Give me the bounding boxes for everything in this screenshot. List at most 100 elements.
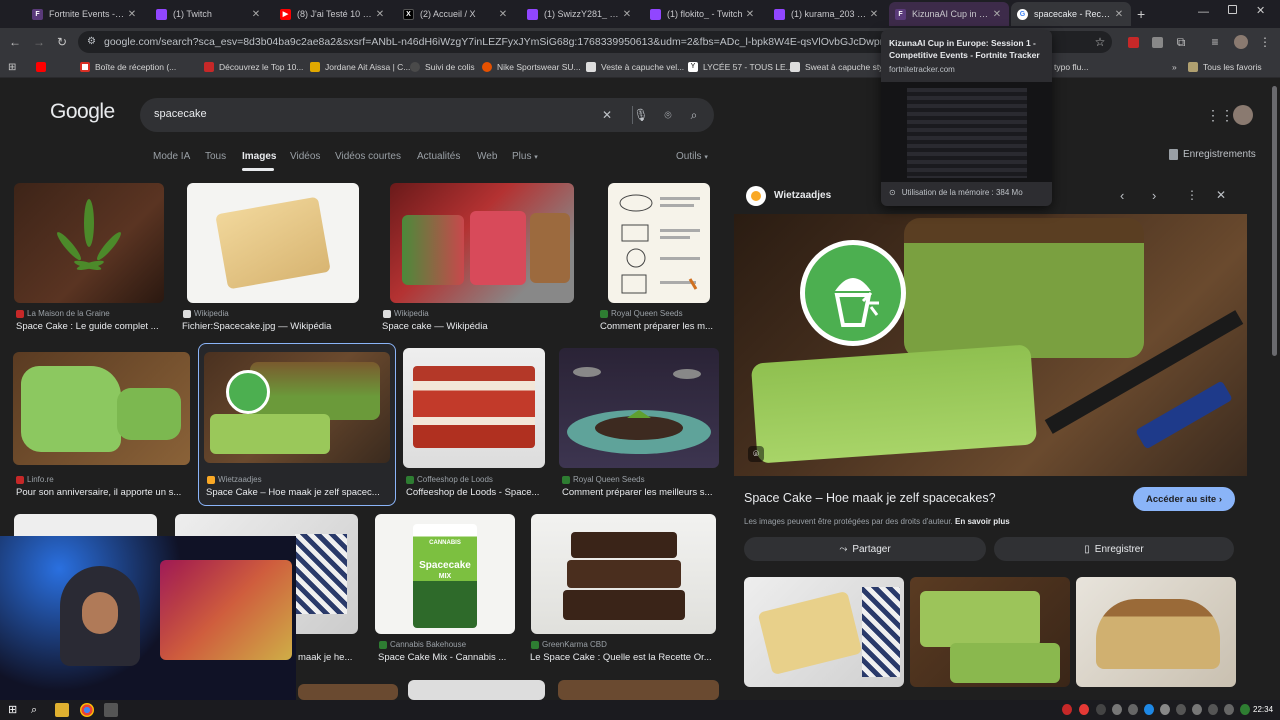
tray-app-icon[interactable] [1128,704,1138,715]
bookmark-lycee[interactable]: Y LYCÉE 57 - TOUS LE... [688,60,793,74]
close-window-button[interactable]: ✕ [1256,4,1265,17]
result-caption[interactable]: Fichier:Spacecake.jpg — Wikipédia [182,321,362,332]
maximize-button[interactable] [1228,5,1237,14]
result-image-15[interactable] [558,680,719,700]
back-arrow-icon[interactable]: ← [6,33,24,51]
tray-app-icon[interactable] [1224,704,1234,715]
chrome-icon[interactable] [80,703,94,717]
result-image-14[interactable] [408,680,545,700]
nav-images[interactable]: Images [242,151,276,162]
result-image-1[interactable] [14,183,164,303]
related-image-1[interactable] [744,577,904,687]
nav-tous[interactable]: Tous [205,151,226,162]
close-icon[interactable]: ✕ [374,9,386,20]
new-tab-button[interactable]: + [1137,6,1145,22]
nav-videos-courtes[interactable]: Vidéos courtes [335,151,401,162]
tab-fortnite-events[interactable]: F Fortnite Events - Euro ✕ [26,2,144,26]
next-arrow-icon[interactable]: › [1152,188,1156,203]
result-caption[interactable]: maak je he... [298,652,358,663]
result-image-4[interactable] [608,183,710,303]
search-box[interactable]: spacecake ✕ 🎙 ⌾ ⌕ [140,98,714,132]
google-apps-icon[interactable]: ⋮⋮ [1206,107,1234,124]
nav-outils[interactable]: Outils ▾ [676,151,708,162]
result-caption[interactable]: Coffeeshop de Loods - Space... [406,487,546,498]
tab-kizunaai[interactable]: F KizunaAI Cup in Euro ✕ [889,2,1009,26]
site-info-icon[interactable]: ⚙ [87,36,96,47]
nav-mode-ia[interactable]: Mode IA [153,151,190,162]
tab-twitch[interactable]: (1) Twitch ✕ [150,2,268,26]
more-bookmarks-icon[interactable]: » [1172,60,1177,74]
result-image-7[interactable] [403,348,545,468]
bookmark-gmail[interactable]: Boîte de réception (... [80,60,176,74]
bookmark-star-icon[interactable]: ☆ [1091,33,1109,51]
search-input[interactable]: spacecake [154,108,207,120]
file-explorer-icon[interactable] [55,703,69,717]
panel-site-name[interactable]: Wietzaadjes [774,190,831,201]
tray-app-icon[interactable] [1079,704,1089,715]
search-icon[interactable]: ⌕ [686,107,702,123]
close-icon[interactable]: ✕ [621,9,633,20]
result-image-5[interactable] [13,352,190,465]
lens-icon[interactable]: ⌾ [660,107,676,123]
bookmark-typo[interactable]: typo flu... [1054,60,1089,74]
close-panel-icon[interactable]: ✕ [1216,188,1226,202]
previous-arrow-icon[interactable]: ‹ [1120,188,1124,203]
bookmark-nike[interactable]: Nike Sportswear SU... [482,60,581,74]
nav-actualites[interactable]: Actualités [417,151,460,162]
tab-twitch-kurama[interactable]: (1) kurama_203 - Twit ✕ [768,2,886,26]
close-icon[interactable]: ✕ [250,9,262,20]
bookmark-sweat[interactable]: Sweat à capuche sty... [790,60,890,74]
tray-app-icon[interactable] [1112,704,1122,715]
result-image-2[interactable] [187,183,359,303]
result-image-3[interactable] [390,183,574,303]
tab-twitch-swizzy[interactable]: (1) SwizzY281_ - Twitc ✕ [521,2,639,26]
google-logo[interactable]: Google [50,100,115,124]
tray-app-icon[interactable] [1096,704,1106,715]
tab-youtube[interactable]: ▶ (8) J'ai Testé 10 Lieux ✕ [274,2,392,26]
result-image-6[interactable] [204,352,390,463]
preview-image[interactable]: ⌾ [734,214,1247,476]
more-options-icon[interactable]: ⋮ [1186,188,1198,202]
result-image-11[interactable]: CANNABIS Spacecake MIX [375,514,515,634]
clear-search-icon[interactable]: ✕ [599,107,615,123]
lens-search-icon[interactable]: ⌾ [748,446,764,462]
menu-dots-icon[interactable]: ⋮ [1256,33,1274,51]
bookmark-suivi[interactable]: Suivi de colis [410,60,475,74]
nav-plus[interactable]: Plus ▾ [512,151,538,162]
extensions-puzzle-icon[interactable]: ⧉ [1172,33,1190,51]
result-caption[interactable]: Comment préparer les m... [600,321,718,332]
result-caption[interactable]: Space Cake : Le guide complet ... [16,321,166,332]
microphone-icon[interactable]: 🎙 [633,107,649,123]
result-caption[interactable]: Pour son anniversaire, il apporte un s..… [16,487,188,498]
result-image-12[interactable] [531,514,716,634]
volume-icon[interactable] [1208,704,1218,715]
account-avatar[interactable] [1233,105,1253,125]
bookmark-youtube[interactable] [36,60,51,74]
tray-app-icon[interactable] [1062,704,1072,715]
clock[interactable]: 22:34 [1253,705,1273,714]
bookmark-tf1[interactable]: Découvrez le Top 10... [204,60,303,74]
tray-app-icon[interactable] [1192,704,1202,715]
nav-videos[interactable]: Vidéos [290,151,320,162]
saved-button[interactable]: Enregistrements [1169,149,1256,160]
scrollbar-thumb[interactable] [1272,86,1277,356]
bookmark-veste[interactable]: Veste à capuche vel... [586,60,684,74]
page-scrollbar[interactable] [1272,86,1277,686]
bookmark-jordane[interactable]: Jordane Ait Aissa | C... [310,60,410,74]
close-icon[interactable]: ✕ [868,9,880,20]
result-image-13[interactable] [298,684,398,700]
tab-x[interactable]: X (2) Accueil / X ✕ [397,2,515,26]
close-icon[interactable]: ✕ [497,9,509,20]
profile-avatar-icon[interactable] [1232,33,1250,51]
tab-twitch-flokito[interactable]: (1) flokito_ - Twitch ✕ [644,2,762,26]
result-caption[interactable]: Space Cake Mix - Cannabis ... [378,652,514,663]
forward-arrow-icon[interactable]: → [30,33,48,51]
windows-start-icon[interactable]: ⊞ [8,703,22,717]
nav-web[interactable]: Web [477,151,497,162]
result-image-8[interactable] [559,348,719,468]
result-caption[interactable]: Le Space Cake : Quelle est la Recette Or… [530,652,718,663]
all-bookmarks-folder[interactable]: Tous les favoris [1188,60,1262,74]
result-caption[interactable]: Comment préparer les meilleurs s... [562,487,717,498]
panel-title[interactable]: Space Cake – Hoe maak je zelf spacecakes… [744,491,996,505]
media-controls-icon[interactable]: ≡ [1206,33,1224,51]
